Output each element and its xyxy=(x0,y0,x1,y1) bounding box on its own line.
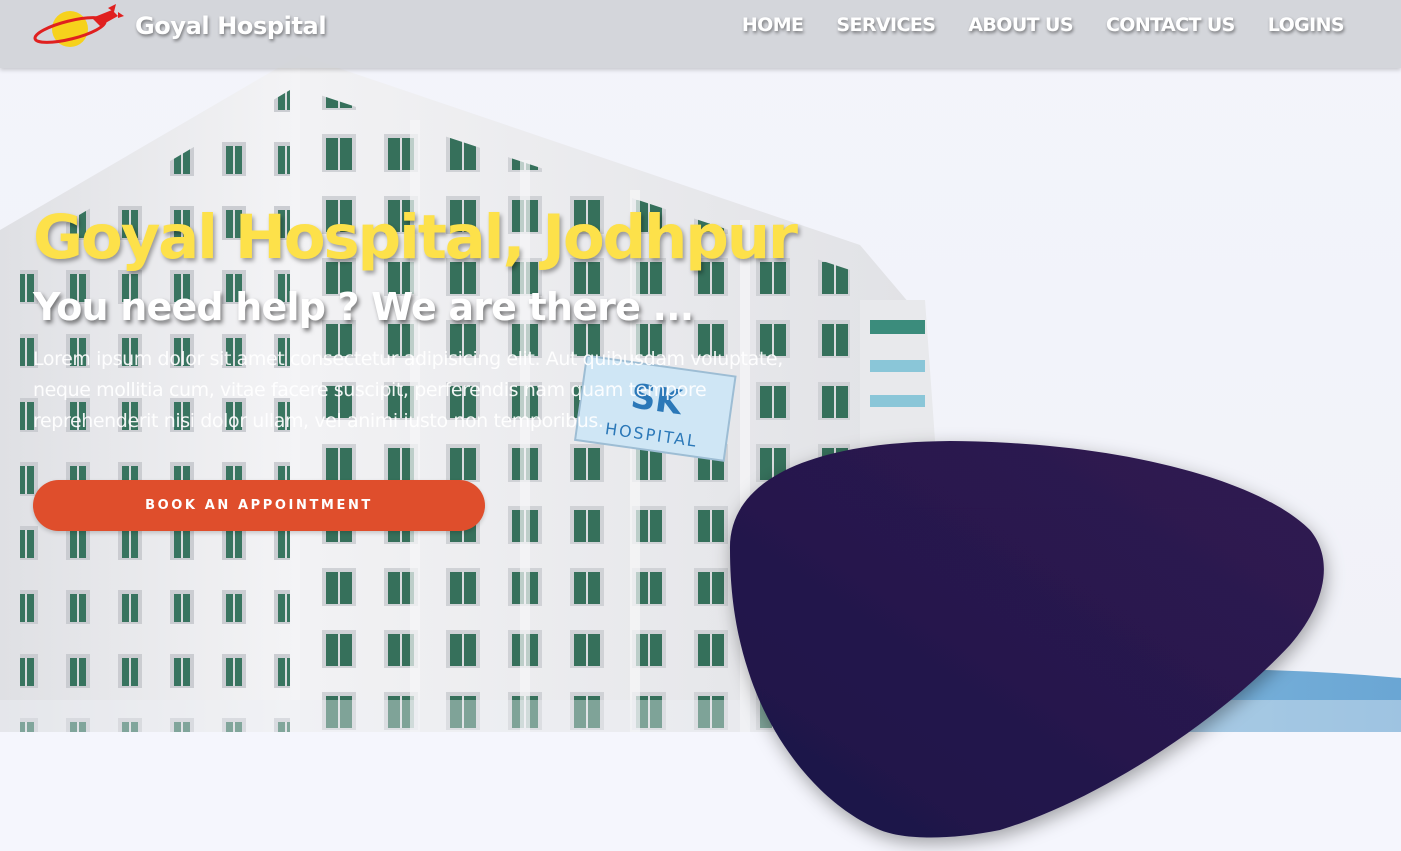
navbar: Goyal Hospital HOME SERVICES ABOUT US CO… xyxy=(0,0,1401,68)
nav-contact-us[interactable]: CONTACT US xyxy=(1106,14,1235,36)
hero-title: Goyal Hospital, Jodhpur xyxy=(33,202,798,273)
decorative-blob xyxy=(729,441,1324,838)
brand-name[interactable]: Goyal Hospital xyxy=(135,12,327,40)
hero-subtitle: You need help ? We are there ... xyxy=(33,285,694,329)
nav-services[interactable]: SERVICES xyxy=(836,14,935,36)
nav-about-us[interactable]: ABOUT US xyxy=(968,14,1073,36)
book-appointment-button[interactable]: BOOK AN APPOINTMENT xyxy=(33,480,485,531)
hero-description: Lorem ipsum dolor sit amet consectetur a… xyxy=(33,348,783,432)
nav-home[interactable]: HOME xyxy=(742,14,804,36)
nav-logins[interactable]: LOGINS xyxy=(1268,14,1345,36)
main-menu: HOME SERVICES ABOUT US CONTACT US LOGINS xyxy=(742,14,1345,36)
planet-rocket-logo-icon[interactable] xyxy=(32,4,124,50)
